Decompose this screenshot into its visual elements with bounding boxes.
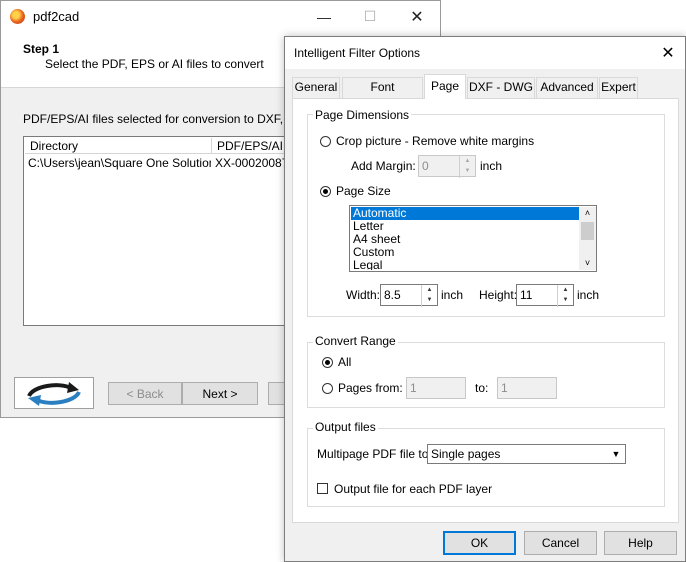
height-spinner[interactable]: ▲ ▼	[557, 285, 573, 307]
tab-font-mappings[interactable]: Font Mappings	[342, 77, 423, 113]
height-label: Height:	[479, 288, 518, 302]
pages-to-input[interactable]: 1	[497, 377, 557, 399]
multipage-selected-value: Single pages	[431, 447, 501, 461]
list-item[interactable]: Custom	[351, 246, 579, 259]
multipage-select[interactable]: Single pages ▼	[427, 444, 626, 464]
step-title: Step 1	[23, 42, 60, 56]
spin-down-icon[interactable]: ▼	[558, 295, 573, 305]
minimize-icon[interactable]: —	[301, 1, 347, 32]
tab-general[interactable]: General	[292, 77, 340, 98]
layer-output-checkbox[interactable]	[317, 483, 328, 494]
all-pages-radio[interactable]	[322, 357, 333, 368]
crop-picture-label[interactable]: Crop picture - Remove white margins	[336, 134, 534, 148]
width-input[interactable]: 8.5 ▲ ▼	[380, 284, 438, 307]
dialog-title: Intelligent Filter Options	[294, 46, 421, 60]
tab-advanced[interactable]: Advanced	[536, 77, 598, 98]
layer-output-label[interactable]: Output file for each PDF layer	[334, 482, 492, 496]
list-scrollbar[interactable]: ˄ ˅	[579, 207, 596, 270]
pages-from-label[interactable]: Pages from:	[338, 381, 403, 395]
cancel-button[interactable]: Cancel	[524, 531, 597, 555]
add-margin-unit: inch	[480, 159, 503, 173]
add-margin-label: Add Margin:	[351, 159, 416, 173]
close-icon[interactable]: ✕	[394, 1, 440, 32]
page-size-list[interactable]: Automatic Letter A4 sheet Custom Legal ˄…	[349, 205, 597, 272]
output-files-label: Output files	[313, 420, 378, 434]
width-unit: inch	[441, 288, 464, 302]
page-size-radio[interactable]	[320, 186, 331, 197]
main-window-title: pdf2cad	[33, 9, 80, 24]
files-selected-label: PDF/EPS/AI files selected for conversion…	[23, 112, 316, 126]
pdf2cad-logo	[14, 377, 94, 409]
pdf2cad-app-icon	[10, 9, 25, 24]
column-header-directory[interactable]: Directory	[25, 138, 212, 154]
multipage-label: Multipage PDF file to	[317, 447, 429, 461]
chevron-down-icon[interactable]: ▼	[609, 447, 623, 461]
step-description: Select the PDF, EPS or AI files to conve…	[45, 57, 264, 71]
convert-range-group	[307, 342, 665, 408]
all-pages-label[interactable]: All	[338, 355, 351, 369]
convert-range-label: Convert Range	[313, 334, 398, 348]
refresh-arrows-icon	[27, 382, 81, 406]
crop-picture-radio[interactable]	[320, 136, 331, 147]
help-button[interactable]: Help	[604, 531, 677, 555]
ok-button[interactable]: OK	[443, 531, 516, 555]
spin-down-icon[interactable]: ▼	[422, 295, 437, 305]
width-value: 8.5	[384, 288, 401, 302]
add-margin-value: 0	[422, 159, 429, 173]
list-item[interactable]: Automatic	[351, 207, 579, 220]
scroll-down-icon[interactable]: ˅	[579, 257, 596, 270]
add-margin-spinner[interactable]: ▲ ▼	[459, 156, 475, 178]
height-value: 11	[520, 288, 533, 302]
page-dimensions-label: Page Dimensions	[313, 108, 412, 122]
height-input[interactable]: 11 ▲ ▼	[516, 284, 574, 307]
pages-from-input[interactable]: 1	[406, 377, 466, 399]
tab-expert[interactable]: Expert	[599, 77, 638, 98]
pages-from-radio[interactable]	[322, 383, 333, 394]
back-button[interactable]: < Back	[108, 382, 182, 405]
width-spinner[interactable]: ▲ ▼	[421, 285, 437, 307]
spin-up-icon[interactable]: ▲	[558, 285, 573, 295]
spin-up-icon[interactable]: ▲	[460, 156, 475, 166]
scroll-thumb[interactable]	[581, 222, 594, 240]
spin-up-icon[interactable]: ▲	[422, 285, 437, 295]
add-margin-input[interactable]: 0 ▲ ▼	[418, 155, 476, 178]
spin-down-icon[interactable]: ▼	[460, 166, 475, 176]
close-icon[interactable]: ✕	[658, 43, 678, 63]
maximize-icon[interactable]: ☐	[347, 1, 393, 32]
main-titlebar[interactable]: pdf2cad — ☐ ✕	[1, 1, 440, 32]
file-row-directory[interactable]: C:\Users\jean\Square One Solution...	[25, 155, 211, 171]
pages-to-label: to:	[475, 381, 489, 395]
page-size-label[interactable]: Page Size	[336, 184, 391, 198]
next-button[interactable]: Next >	[182, 382, 258, 405]
tab-dxf-dwg[interactable]: DXF - DWG	[467, 77, 535, 98]
scroll-up-icon[interactable]: ˄	[579, 207, 596, 220]
list-item[interactable]: Legal	[351, 259, 579, 270]
intelligent-filter-options-dialog: Intelligent Filter Options ✕ General Fon…	[284, 36, 686, 562]
height-unit: inch	[577, 288, 600, 302]
dialog-titlebar[interactable]: Intelligent Filter Options ✕	[285, 37, 685, 69]
tab-page[interactable]: Page	[424, 74, 466, 99]
width-label: Width:	[346, 288, 381, 302]
